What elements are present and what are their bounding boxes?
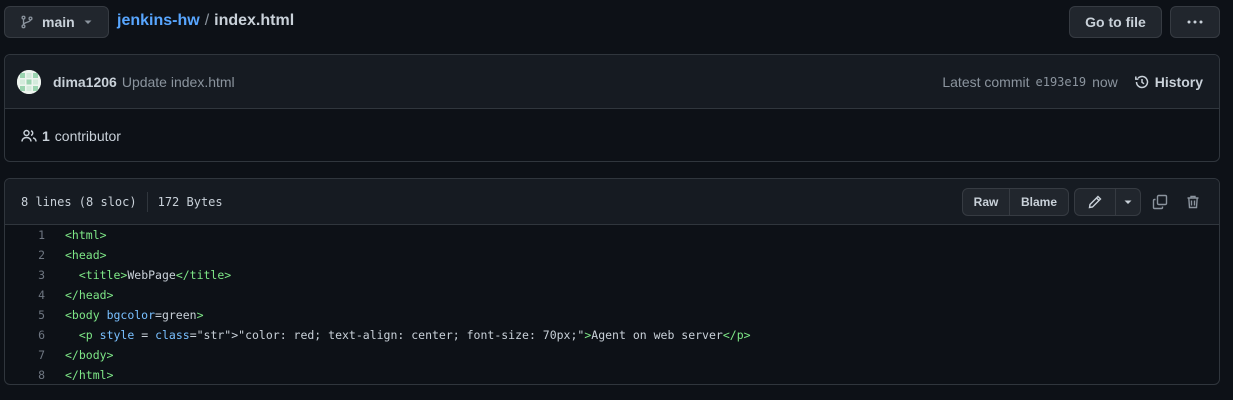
raw-button[interactable]: Raw: [962, 188, 1010, 216]
history-link[interactable]: History: [1134, 74, 1203, 90]
code-line: 6 <p style = class="str">"color: red; te…: [5, 325, 1219, 345]
breadcrumb-file-name: index.html: [214, 12, 295, 29]
line-number[interactable]: 1: [5, 228, 49, 242]
commit-author-link[interactable]: dima1206: [53, 74, 117, 90]
line-code: <html>: [65, 228, 107, 242]
blame-button[interactable]: Blame: [1010, 188, 1069, 216]
file-size: 172 Bytes: [157, 194, 223, 209]
branch-name: main: [42, 14, 75, 30]
contributor-count: 1: [42, 127, 50, 144]
chevron-down-icon: [83, 17, 93, 27]
latest-commit-label: Latest commit: [942, 74, 1030, 90]
file-actions: Raw Blame: [962, 187, 1207, 217]
commit-info-box: dima1206 Update index.html Latest commit…: [4, 54, 1220, 162]
code-line: 4 </head>: [5, 285, 1219, 305]
code-line: 3 <title>WebPage</title>: [5, 265, 1219, 285]
go-to-file-button[interactable]: Go to file: [1069, 6, 1162, 38]
edit-group: [1074, 188, 1141, 216]
raw-blame-group: Raw Blame: [962, 188, 1069, 216]
file-lines-info: 8 lines (8 sloc): [21, 194, 137, 209]
code-line: 8 </html>: [5, 365, 1219, 384]
contributors-row[interactable]: 1 contributor: [5, 109, 1219, 161]
code-line: 2 <head>: [5, 245, 1219, 265]
line-code: <head>: [65, 248, 107, 262]
copy-raw-button[interactable]: [1146, 188, 1174, 216]
line-number[interactable]: 7: [5, 348, 49, 362]
breadcrumb-repo-link[interactable]: jenkins-hw: [117, 12, 200, 30]
people-icon: [21, 128, 37, 144]
line-code: </body>: [65, 348, 114, 362]
history-icon: [1134, 74, 1150, 90]
line-number[interactable]: 5: [5, 308, 49, 322]
contributor-label: contributor: [54, 127, 121, 144]
commit-sha-link[interactable]: e193e19: [1036, 75, 1087, 89]
avatar[interactable]: [17, 69, 41, 94]
file-header: 8 lines (8 sloc) 172 Bytes Raw Blame: [5, 179, 1219, 225]
line-number[interactable]: 3: [5, 268, 49, 282]
commit-message-link[interactable]: Update index.html: [122, 74, 235, 90]
pencil-icon: [1087, 194, 1103, 210]
line-code: <title>WebPage</title>: [78, 268, 232, 282]
git-branch-icon: [20, 15, 34, 29]
breadcrumb: jenkins-hw / index.html: [117, 12, 294, 30]
code-view: 1 <html> 2 <head> 3 <title>WebPage</titl…: [5, 225, 1219, 384]
code-line: 1 <html>: [5, 225, 1219, 245]
line-code: </html>: [65, 368, 114, 382]
line-number[interactable]: 2: [5, 248, 49, 262]
commit-meta: Latest commit e193e19 now History: [942, 55, 1203, 109]
branch-select-button[interactable]: main: [4, 6, 109, 38]
line-code: <p style = class="str">"color: red; text…: [78, 328, 751, 342]
code-line: 5 <body bgcolor=green>: [5, 305, 1219, 325]
delete-file-button[interactable]: [1179, 188, 1207, 216]
file-info-divider: [146, 191, 148, 212]
code-line: 7 </body>: [5, 345, 1219, 365]
more-options-button[interactable]: [1170, 6, 1220, 38]
line-code: <body bgcolor=green>: [65, 308, 204, 322]
line-code: </head>: [65, 288, 114, 302]
history-label: History: [1154, 74, 1203, 90]
line-number[interactable]: 6: [5, 328, 49, 342]
copy-icon: [1152, 194, 1168, 210]
triangle-down-icon: [1123, 197, 1133, 207]
line-number[interactable]: 8: [5, 368, 49, 382]
breadcrumb-separator: /: [204, 12, 210, 29]
file-viewer: 8 lines (8 sloc) 172 Bytes Raw Blame 1 <…: [4, 178, 1220, 385]
edit-button[interactable]: [1074, 188, 1116, 216]
kebab-horizontal-icon: [1186, 19, 1204, 25]
edit-dropdown-button[interactable]: [1116, 188, 1141, 216]
trash-icon: [1185, 194, 1201, 210]
line-number[interactable]: 4: [5, 288, 49, 302]
latest-commit-bar: dima1206 Update index.html Latest commit…: [5, 55, 1219, 109]
commit-time: now: [1092, 74, 1118, 90]
